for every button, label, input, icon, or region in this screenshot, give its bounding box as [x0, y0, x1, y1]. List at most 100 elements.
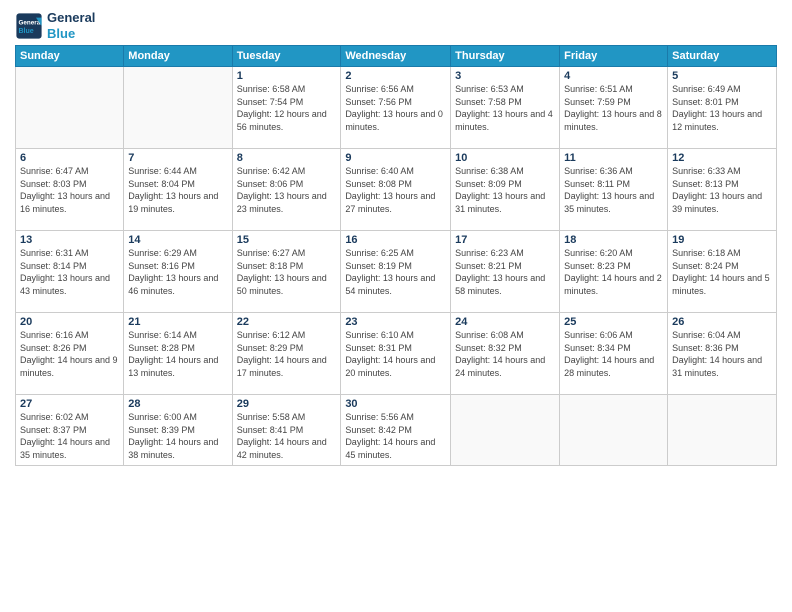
calendar-cell: 20Sunrise: 6:16 AM Sunset: 8:26 PM Dayli… [16, 313, 124, 395]
calendar-cell: 11Sunrise: 6:36 AM Sunset: 8:11 PM Dayli… [560, 149, 668, 231]
day-info: Sunrise: 6:49 AM Sunset: 8:01 PM Dayligh… [672, 83, 772, 133]
calendar-cell: 28Sunrise: 6:00 AM Sunset: 8:39 PM Dayli… [124, 395, 232, 465]
calendar-cell: 5Sunrise: 6:49 AM Sunset: 8:01 PM Daylig… [668, 67, 777, 149]
day-info: Sunrise: 6:25 AM Sunset: 8:19 PM Dayligh… [345, 247, 446, 297]
day-info: Sunrise: 6:44 AM Sunset: 8:04 PM Dayligh… [128, 165, 227, 215]
day-number: 3 [455, 70, 555, 82]
weekday-header-thursday: Thursday [451, 46, 560, 67]
day-info: Sunrise: 6:56 AM Sunset: 7:56 PM Dayligh… [345, 83, 446, 133]
calendar-cell: 22Sunrise: 6:12 AM Sunset: 8:29 PM Dayli… [232, 313, 341, 395]
day-number: 24 [455, 316, 555, 328]
day-info: Sunrise: 6:38 AM Sunset: 8:09 PM Dayligh… [455, 165, 555, 215]
day-info: Sunrise: 6:31 AM Sunset: 8:14 PM Dayligh… [20, 247, 119, 297]
day-number: 16 [345, 234, 446, 246]
calendar-cell: 30Sunrise: 5:56 AM Sunset: 8:42 PM Dayli… [341, 395, 451, 465]
calendar-cell: 23Sunrise: 6:10 AM Sunset: 8:31 PM Dayli… [341, 313, 451, 395]
day-number: 22 [237, 316, 337, 328]
calendar-cell: 1Sunrise: 6:58 AM Sunset: 7:54 PM Daylig… [232, 67, 341, 149]
calendar-cell: 26Sunrise: 6:04 AM Sunset: 8:36 PM Dayli… [668, 313, 777, 395]
calendar-cell: 2Sunrise: 6:56 AM Sunset: 7:56 PM Daylig… [341, 67, 451, 149]
calendar-cell: 19Sunrise: 6:18 AM Sunset: 8:24 PM Dayli… [668, 231, 777, 313]
day-number: 9 [345, 152, 446, 164]
calendar-cell: 25Sunrise: 6:06 AM Sunset: 8:34 PM Dayli… [560, 313, 668, 395]
calendar-cell: 13Sunrise: 6:31 AM Sunset: 8:14 PM Dayli… [16, 231, 124, 313]
weekday-header-tuesday: Tuesday [232, 46, 341, 67]
day-number: 23 [345, 316, 446, 328]
calendar-cell: 29Sunrise: 5:58 AM Sunset: 8:41 PM Dayli… [232, 395, 341, 465]
day-info: Sunrise: 6:12 AM Sunset: 8:29 PM Dayligh… [237, 329, 337, 379]
calendar-cell: 3Sunrise: 6:53 AM Sunset: 7:58 PM Daylig… [451, 67, 560, 149]
day-number: 12 [672, 152, 772, 164]
day-number: 8 [237, 152, 337, 164]
day-number: 20 [20, 316, 119, 328]
day-number: 30 [345, 398, 446, 410]
day-number: 28 [128, 398, 227, 410]
day-info: Sunrise: 6:29 AM Sunset: 8:16 PM Dayligh… [128, 247, 227, 297]
day-number: 25 [564, 316, 663, 328]
calendar-cell: 6Sunrise: 6:47 AM Sunset: 8:03 PM Daylig… [16, 149, 124, 231]
day-number: 2 [345, 70, 446, 82]
day-info: Sunrise: 6:00 AM Sunset: 8:39 PM Dayligh… [128, 411, 227, 461]
logo: General Blue General Blue [15, 10, 95, 41]
day-number: 27 [20, 398, 119, 410]
day-number: 13 [20, 234, 119, 246]
day-number: 19 [672, 234, 772, 246]
day-number: 18 [564, 234, 663, 246]
day-number: 7 [128, 152, 227, 164]
calendar-cell: 10Sunrise: 6:38 AM Sunset: 8:09 PM Dayli… [451, 149, 560, 231]
logo-text: General Blue [47, 10, 95, 41]
calendar-cell: 15Sunrise: 6:27 AM Sunset: 8:18 PM Dayli… [232, 231, 341, 313]
day-info: Sunrise: 6:33 AM Sunset: 8:13 PM Dayligh… [672, 165, 772, 215]
weekday-header-wednesday: Wednesday [341, 46, 451, 67]
day-number: 29 [237, 398, 337, 410]
day-number: 17 [455, 234, 555, 246]
calendar-cell: 24Sunrise: 6:08 AM Sunset: 8:32 PM Dayli… [451, 313, 560, 395]
day-number: 1 [237, 70, 337, 82]
day-info: Sunrise: 6:27 AM Sunset: 8:18 PM Dayligh… [237, 247, 337, 297]
day-number: 21 [128, 316, 227, 328]
calendar-cell: 16Sunrise: 6:25 AM Sunset: 8:19 PM Dayli… [341, 231, 451, 313]
day-info: Sunrise: 6:02 AM Sunset: 8:37 PM Dayligh… [20, 411, 119, 461]
calendar-cell: 18Sunrise: 6:20 AM Sunset: 8:23 PM Dayli… [560, 231, 668, 313]
day-number: 10 [455, 152, 555, 164]
svg-text:Blue: Blue [19, 28, 34, 35]
day-number: 6 [20, 152, 119, 164]
calendar-cell: 12Sunrise: 6:33 AM Sunset: 8:13 PM Dayli… [668, 149, 777, 231]
day-info: Sunrise: 6:20 AM Sunset: 8:23 PM Dayligh… [564, 247, 663, 297]
day-info: Sunrise: 6:42 AM Sunset: 8:06 PM Dayligh… [237, 165, 337, 215]
day-info: Sunrise: 6:04 AM Sunset: 8:36 PM Dayligh… [672, 329, 772, 379]
calendar-cell: 17Sunrise: 6:23 AM Sunset: 8:21 PM Dayli… [451, 231, 560, 313]
day-info: Sunrise: 6:06 AM Sunset: 8:34 PM Dayligh… [564, 329, 663, 379]
weekday-header-saturday: Saturday [668, 46, 777, 67]
day-number: 26 [672, 316, 772, 328]
day-info: Sunrise: 6:58 AM Sunset: 7:54 PM Dayligh… [237, 83, 337, 133]
day-info: Sunrise: 6:23 AM Sunset: 8:21 PM Dayligh… [455, 247, 555, 297]
calendar-cell: 7Sunrise: 6:44 AM Sunset: 8:04 PM Daylig… [124, 149, 232, 231]
day-info: Sunrise: 6:47 AM Sunset: 8:03 PM Dayligh… [20, 165, 119, 215]
day-number: 5 [672, 70, 772, 82]
day-info: Sunrise: 6:36 AM Sunset: 8:11 PM Dayligh… [564, 165, 663, 215]
day-info: Sunrise: 6:51 AM Sunset: 7:59 PM Dayligh… [564, 83, 663, 133]
calendar-cell: 21Sunrise: 6:14 AM Sunset: 8:28 PM Dayli… [124, 313, 232, 395]
calendar-cell [668, 395, 777, 465]
calendar-cell: 27Sunrise: 6:02 AM Sunset: 8:37 PM Dayli… [16, 395, 124, 465]
day-info: Sunrise: 6:16 AM Sunset: 8:26 PM Dayligh… [20, 329, 119, 379]
calendar-cell [560, 395, 668, 465]
calendar-cell: 8Sunrise: 6:42 AM Sunset: 8:06 PM Daylig… [232, 149, 341, 231]
day-info: Sunrise: 6:08 AM Sunset: 8:32 PM Dayligh… [455, 329, 555, 379]
calendar-cell: 4Sunrise: 6:51 AM Sunset: 7:59 PM Daylig… [560, 67, 668, 149]
day-number: 4 [564, 70, 663, 82]
day-number: 14 [128, 234, 227, 246]
calendar-cell [16, 67, 124, 149]
day-info: Sunrise: 6:40 AM Sunset: 8:08 PM Dayligh… [345, 165, 446, 215]
day-info: Sunrise: 6:18 AM Sunset: 8:24 PM Dayligh… [672, 247, 772, 297]
day-info: Sunrise: 5:58 AM Sunset: 8:41 PM Dayligh… [237, 411, 337, 461]
day-info: Sunrise: 5:56 AM Sunset: 8:42 PM Dayligh… [345, 411, 446, 461]
day-info: Sunrise: 6:53 AM Sunset: 7:58 PM Dayligh… [455, 83, 555, 133]
weekday-header-friday: Friday [560, 46, 668, 67]
calendar-cell: 14Sunrise: 6:29 AM Sunset: 8:16 PM Dayli… [124, 231, 232, 313]
weekday-header-monday: Monday [124, 46, 232, 67]
day-info: Sunrise: 6:10 AM Sunset: 8:31 PM Dayligh… [345, 329, 446, 379]
day-number: 15 [237, 234, 337, 246]
calendar-cell [124, 67, 232, 149]
